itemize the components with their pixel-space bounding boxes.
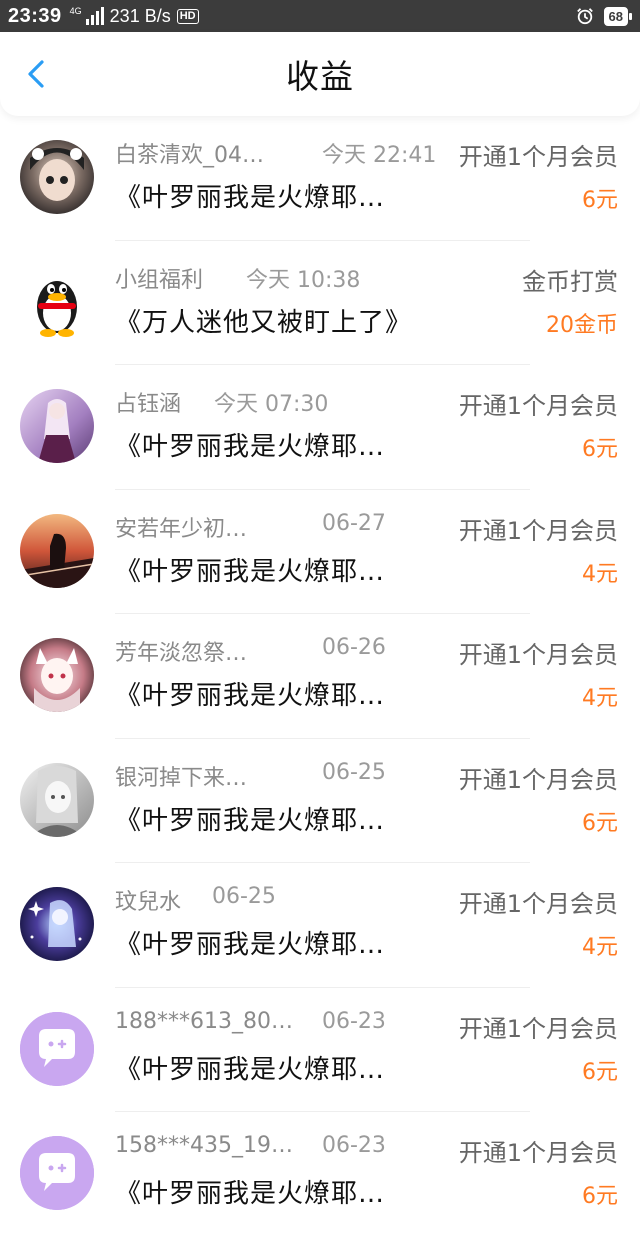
fox-girl-avatar[interactable]	[20, 638, 94, 712]
sketch-girl-avatar[interactable]	[20, 762, 94, 837]
network-speed: 231 B/s	[109, 5, 171, 26]
user-name: 占钰涵	[115, 392, 182, 417]
item-type: 开通1个月会员	[458, 143, 618, 171]
list-item[interactable]: 安若年少初… 06-27 开通1个月会员 《叶罗丽我是火燎耶… 4元	[0, 490, 640, 614]
sunset-girl-avatar[interactable]	[20, 513, 94, 588]
item-type: 开通1个月会员	[458, 890, 618, 918]
item-type: 开通1个月会员	[458, 765, 618, 794]
item-time: 06-23	[322, 1133, 386, 1158]
book-title: 《叶罗丽我是火燎耶…	[115, 1179, 386, 1209]
item-type: 开通1个月会员	[458, 392, 618, 420]
item-amount: 6元	[582, 188, 618, 213]
list-item[interactable]: 158***435_19… 06-23 开通1个月会员 《叶罗丽我是火燎耶… 6…	[0, 1112, 640, 1237]
battery-level: 68	[603, 6, 628, 26]
user-name: 白茶清欢_04…	[115, 143, 264, 168]
item-amount: 6元	[582, 810, 618, 836]
user-name: 银河掉下来…	[115, 765, 248, 791]
list-item[interactable]: 白茶清欢_04… 今天 22:41 开通1个月会员 《叶罗丽我是火燎耶… 6元	[0, 116, 640, 241]
list-item[interactable]: 银河掉下来… 06-25 开通1个月会员 《叶罗丽我是火燎耶… 6元	[0, 739, 640, 863]
list-item[interactable]: 小组福利 今天 10:38 金币打赏 《万人迷他又被盯上了》 20金币	[0, 241, 640, 365]
list-item[interactable]: 芳年淡忽祭… 06-26 开通1个月会员 《叶罗丽我是火燎耶… 4元	[0, 614, 640, 739]
item-type: 金币打赏	[522, 267, 618, 296]
item-amount: 4元	[582, 561, 618, 587]
item-type: 开通1个月会员	[458, 516, 618, 545]
book-title: 《叶罗丽我是火燎耶…	[115, 930, 386, 960]
anime-girl-avatar[interactable]	[20, 389, 94, 463]
alarm-icon	[576, 8, 593, 25]
item-time: 06-23	[322, 1008, 386, 1034]
book-title: 《叶罗丽我是火燎耶…	[115, 556, 386, 587]
galaxy-girl-avatar[interactable]	[20, 887, 94, 961]
book-title: 《叶罗丽我是火燎耶…	[115, 183, 386, 213]
item-amount: 6元	[582, 1184, 618, 1209]
item-time: 06-25	[212, 884, 276, 909]
item-type: 开通1个月会员	[458, 1139, 618, 1167]
user-name: 安若年少初…	[115, 516, 248, 542]
user-name: 158***435_19…	[115, 1133, 293, 1158]
item-time: 今天 22:41	[322, 143, 437, 168]
network-type: 4G	[69, 6, 82, 16]
nav-header: 收益	[0, 32, 640, 116]
item-type: 开通1个月会员	[458, 641, 618, 669]
item-time: 06-27	[322, 510, 386, 536]
list-item[interactable]: 占钰涵 今天 07:30 开通1个月会员 《叶罗丽我是火燎耶… 6元	[0, 365, 640, 490]
book-title: 《万人迷他又被盯上了》	[115, 307, 413, 338]
status-time: 23:39	[8, 4, 62, 27]
item-amount: 4元	[582, 935, 618, 960]
signal-icon: 4G	[70, 7, 104, 25]
item-time: 06-25	[322, 759, 386, 785]
item-time: 今天 07:30	[214, 392, 329, 417]
earnings-list: 白茶清欢_04… 今天 22:41 开通1个月会员 《叶罗丽我是火燎耶… 6元 …	[0, 116, 640, 1237]
item-time: 06-26	[322, 635, 386, 660]
book-title: 《叶罗丽我是火燎耶…	[115, 681, 386, 711]
page-title: 收益	[286, 57, 354, 96]
item-amount: 6元	[582, 437, 618, 462]
book-title: 《叶罗丽我是火燎耶…	[115, 805, 386, 836]
battery-icon: 68	[603, 6, 632, 26]
user-name: 小组福利	[115, 267, 204, 293]
book-title: 《叶罗丽我是火燎耶…	[115, 432, 386, 462]
chevron-left-icon[interactable]	[20, 56, 56, 92]
list-item[interactable]: 188***613_80… 06-23 开通1个月会员 《叶罗丽我是火燎耶… 6…	[0, 988, 640, 1112]
list-item[interactable]: 玟兒水 06-25 开通1个月会员 《叶罗丽我是火燎耶… 4元	[0, 863, 640, 988]
user-photo-avatar[interactable]	[20, 140, 94, 214]
chat-bubble-avatar[interactable]	[20, 1011, 94, 1086]
item-type: 开通1个月会员	[458, 1014, 618, 1043]
item-amount: 4元	[582, 686, 618, 711]
item-time: 今天 10:38	[246, 267, 361, 293]
status-bar: 23:39 4G 231 B/s HD 68	[0, 0, 640, 32]
chat-bubble-avatar[interactable]	[20, 1136, 94, 1210]
user-name: 188***613_80…	[115, 1008, 293, 1034]
item-amount: 6元	[582, 1059, 618, 1085]
hd-icon: HD	[176, 8, 199, 24]
item-amount: 20金币	[546, 312, 618, 338]
penguin-avatar[interactable]	[20, 264, 94, 339]
book-title: 《叶罗丽我是火燎耶…	[115, 1054, 386, 1085]
user-name: 芳年淡忽祭…	[115, 641, 248, 666]
user-name: 玟兒水	[115, 890, 182, 915]
